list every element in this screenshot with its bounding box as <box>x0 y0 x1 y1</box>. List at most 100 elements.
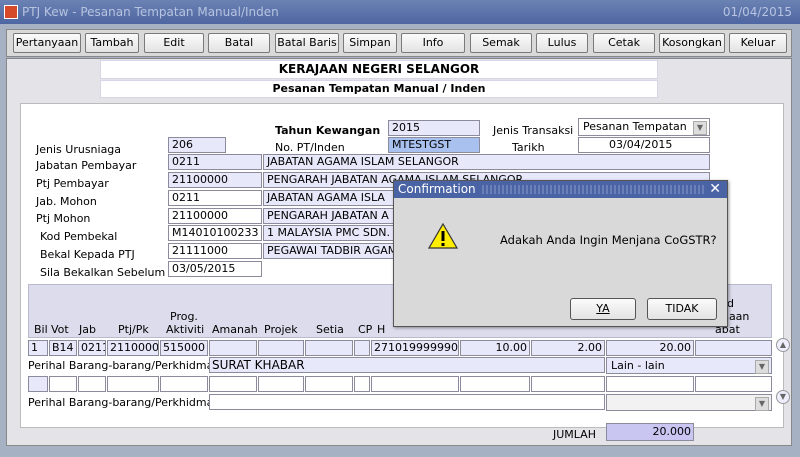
jabatan-pembayar-name: JABATAN AGAMA ISLAM SELANGOR <box>263 154 710 170</box>
row2-price[interactable] <box>531 376 605 392</box>
row1-setia[interactable] <box>305 340 353 356</box>
chevron-down-icon: ▼ <box>755 397 769 411</box>
perihal-field-2[interactable] <box>209 394 605 410</box>
row2-ptjpk[interactable] <box>107 376 159 392</box>
confirmation-dialog: Confirmation ✕ Adakah Anda Ingin Menjana… <box>393 180 728 327</box>
ptj-pembayar-label: Ptj Pembayar <box>36 177 109 190</box>
scroll-down-icon[interactable]: ▼ <box>776 390 790 404</box>
row2-vot[interactable] <box>49 376 77 392</box>
col-bil: Bil <box>34 323 48 336</box>
lulus-button[interactable]: Lulus <box>536 33 588 53</box>
ptj-pembayar-code[interactable]: 21100000 <box>168 172 262 188</box>
pertanyaan-button[interactable]: Pertanyaan <box>13 33 81 53</box>
col-vot: Vot <box>51 323 69 336</box>
jenis-transaksi-label: Jenis Transaksi <box>493 124 574 137</box>
perihal-label-2: Perihal Barang-barang/Perkhidmatan <box>28 396 232 409</box>
row2-jab[interactable] <box>78 376 106 392</box>
row1-code[interactable]: 27101999999010 <box>371 340 459 356</box>
col-prog-line1: Prog. <box>170 310 198 323</box>
kategori-select-2[interactable]: ▼ <box>606 394 772 411</box>
chevron-down-icon: ▼ <box>755 360 769 374</box>
row1-amanah[interactable] <box>209 340 257 356</box>
tarikh-label: Tarikh <box>512 141 545 154</box>
row1-total[interactable]: 20.00 <box>606 340 694 356</box>
jumlah-label: JUMLAH <box>553 428 596 441</box>
close-icon[interactable]: ✕ <box>709 181 721 198</box>
row1-cp[interactable] <box>354 340 370 356</box>
jab-mohon-label: Jab. Mohon <box>36 195 97 208</box>
kosongkan-button[interactable]: Kosongkan <box>659 33 725 53</box>
kod-pembekal-code[interactable]: M14010100233 <box>168 225 262 241</box>
row2-prog[interactable] <box>160 376 208 392</box>
scroll-up-icon[interactable]: ▲ <box>776 338 790 352</box>
warning-icon <box>428 222 458 249</box>
row2-extra[interactable] <box>695 376 772 392</box>
tahun-kewangan-label: Tahun Kewangan <box>275 124 381 137</box>
jenis-transaksi-select[interactable]: Pesanan Tempatan ▼ <box>578 118 710 136</box>
jab-mohon-code[interactable]: 0211 <box>168 190 262 206</box>
semak-button[interactable]: Semak <box>470 33 532 53</box>
jenis-urusniaga-label: Jenis Urusniaga <box>36 143 122 156</box>
jenis-transaksi-value: Pesanan Tempatan <box>583 120 687 133</box>
dialog-titlebar: Confirmation ✕ <box>394 181 727 198</box>
tambah-button[interactable]: Tambah <box>85 33 139 53</box>
row1-extra[interactable] <box>695 340 772 356</box>
row2-total[interactable] <box>606 376 694 392</box>
no-pt-field[interactable]: MTESTGST <box>388 137 480 153</box>
ptj-mohon-label: Ptj Mohon <box>36 212 91 225</box>
simpan-button[interactable]: Simpan <box>343 33 397 53</box>
dialog-title: Confirmation <box>398 182 476 196</box>
row2-qty[interactable] <box>460 376 530 392</box>
sila-bekalkan-field[interactable]: 03/05/2015 <box>168 261 262 277</box>
edit-button[interactable]: Edit <box>144 33 204 53</box>
col-cp: CP <box>358 323 373 336</box>
chevron-down-icon: ▼ <box>693 121 707 135</box>
app-icon <box>4 5 18 19</box>
tarikh-field[interactable]: 03/04/2015 <box>578 137 710 153</box>
tahun-kewangan-field[interactable]: 2015 <box>388 120 480 136</box>
header-form-title: Pesanan Tempatan Manual / Inden <box>100 80 658 98</box>
row2-amanah[interactable] <box>209 376 257 392</box>
bekal-kepada-ptj-code[interactable]: 21111000 <box>168 243 262 259</box>
col-projek: Projek <box>264 323 298 336</box>
row1-jab[interactable]: 0211 <box>78 340 106 356</box>
ptj-mohon-code[interactable]: 21100000 <box>168 208 262 224</box>
dialog-message: Adakah Anda Ingin Menjana CoGSTR? <box>500 233 717 247</box>
row1-qty[interactable]: 10.00 <box>460 340 530 356</box>
keluar-button[interactable]: Keluar <box>729 33 787 53</box>
col-jab: Jab <box>79 323 96 336</box>
window-date: 01/04/2015 <box>722 5 792 19</box>
col-right-line1: d <box>727 297 734 310</box>
row2-bil[interactable] <box>28 376 48 392</box>
batal-baris-button[interactable]: Batal Baris <box>275 33 339 53</box>
col-setia: Setia <box>316 323 344 336</box>
jumlah-field: 20.000 <box>606 423 694 441</box>
ya-button[interactable]: YA <box>570 298 636 320</box>
cetak-button[interactable]: Cetak <box>593 33 655 53</box>
info-button[interactable]: Info <box>401 33 465 53</box>
no-pt-label: No. PT/Inden <box>275 141 345 154</box>
jabatan-pembayar-code[interactable]: 0211 <box>168 154 262 170</box>
header-government: KERAJAAN NEGERI SELANGOR <box>100 60 658 79</box>
row2-cp[interactable] <box>354 376 370 392</box>
jenis-urusniaga-field[interactable]: 206 <box>168 137 226 153</box>
jabatan-pembayar-label: Jabatan Pembayar <box>36 159 137 172</box>
col-prog-line2: Aktiviti <box>166 323 205 336</box>
row1-projek[interactable] <box>258 340 304 356</box>
row1-prog[interactable]: 515000 <box>160 340 208 356</box>
window-title: PTJ Kew - Pesanan Tempatan Manual/Inden <box>22 5 279 19</box>
row2-code[interactable] <box>371 376 459 392</box>
row1-vot[interactable]: B14 <box>49 340 77 356</box>
perihal-field-1[interactable]: SURAT KHABAR <box>209 357 605 373</box>
tidak-button[interactable]: TIDAK <box>647 298 717 320</box>
batal-button[interactable]: Batal <box>208 33 270 53</box>
row2-projek[interactable] <box>258 376 304 392</box>
titlebar-stripe <box>482 185 705 194</box>
window-titlebar: PTJ Kew - Pesanan Tempatan Manual/Inden … <box>0 0 800 24</box>
toolbar: Pertanyaan Tambah Edit Batal Batal Baris… <box>6 29 792 57</box>
row2-setia[interactable] <box>305 376 353 392</box>
row1-price[interactable]: 2.00 <box>531 340 605 356</box>
row1-bil[interactable]: 1 <box>28 340 48 356</box>
row1-ptjpk[interactable]: 21100000 <box>107 340 159 356</box>
kategori-select-1[interactable]: Lain - lain ▼ <box>606 357 772 374</box>
